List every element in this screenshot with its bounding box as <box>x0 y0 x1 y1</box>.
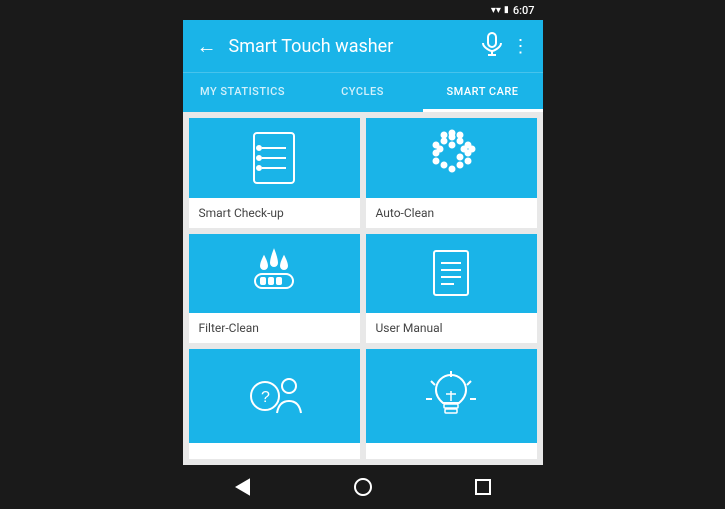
tab-cycles[interactable]: CYCLES <box>303 73 423 112</box>
card-tips[interactable] <box>366 349 537 459</box>
phone-container: ▾▾ ▮ 6:07 ← Smart Touch washer ⋮ MY STAT… <box>183 0 543 509</box>
app-bar: ← Smart Touch washer ⋮ <box>183 20 543 72</box>
smart-checkup-label: Smart Check-up <box>189 198 360 228</box>
app-title: Smart Touch washer <box>229 36 472 57</box>
svg-text:?: ? <box>261 389 270 406</box>
more-menu-button[interactable]: ⋮ <box>512 36 531 57</box>
status-icons: ▾▾ ▮ <box>491 5 509 16</box>
tips-label <box>366 443 537 459</box>
smart-checkup-icon-area <box>189 118 360 198</box>
auto-clean-icon-area <box>366 118 537 198</box>
filter-clean-label: Filter-Clean <box>189 313 360 343</box>
help-icon-area: ? <box>189 349 360 443</box>
nav-back-button[interactable] <box>221 465 265 509</box>
mic-button[interactable] <box>482 32 502 61</box>
nav-recent-button[interactable] <box>461 465 505 509</box>
user-manual-label: User Manual <box>366 313 537 343</box>
card-help[interactable]: ? <box>189 349 360 459</box>
help-label <box>189 443 360 459</box>
content-grid: Smart Check-up <box>183 112 543 465</box>
status-bar: ▾▾ ▮ 6:07 <box>183 0 543 20</box>
tab-bar: MY STATISTICS CYCLES SMART CARE <box>183 72 543 112</box>
back-button[interactable]: ← <box>195 34 219 59</box>
wifi-icon: ▾▾ <box>491 5 501 16</box>
filter-clean-icon-area <box>189 234 360 314</box>
card-smart-checkup[interactable]: Smart Check-up <box>189 118 360 228</box>
card-auto-clean[interactable]: Auto-Clean <box>366 118 537 228</box>
home-circle-icon <box>354 478 372 496</box>
user-manual-icon-area <box>366 234 537 314</box>
card-filter-clean[interactable]: Filter-Clean <box>189 234 360 344</box>
tab-smart-care[interactable]: SMART CARE <box>423 73 543 112</box>
auto-clean-label: Auto-Clean <box>366 198 537 228</box>
battery-icon: ▮ <box>504 5 509 15</box>
recent-square-icon <box>475 479 491 495</box>
nav-home-button[interactable] <box>341 465 385 509</box>
tips-icon-area <box>366 349 537 443</box>
status-time: 6:07 <box>513 4 535 17</box>
tab-my-statistics[interactable]: MY STATISTICS <box>183 73 303 112</box>
bottom-nav <box>183 465 543 509</box>
card-user-manual[interactable]: User Manual <box>366 234 537 344</box>
